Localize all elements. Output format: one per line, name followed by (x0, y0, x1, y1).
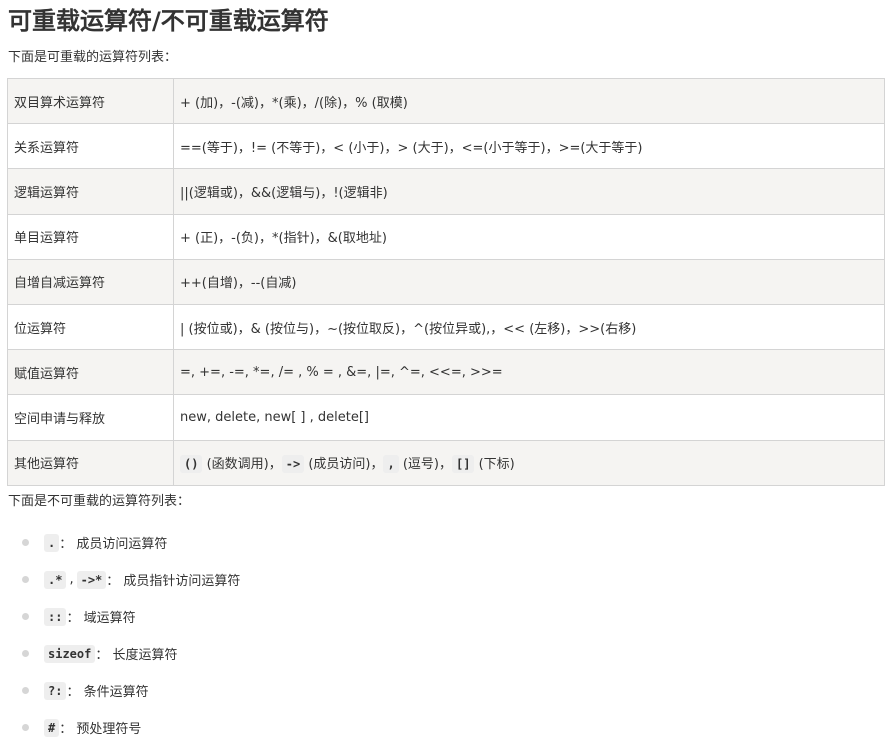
table-row: 其他运算符 () (函数调用)， -> (成员访问)，, (逗号)，[] (下标) (7, 439, 885, 486)
operator-desc: ： 域运算符 (66, 611, 136, 626)
bullet-icon (22, 539, 29, 546)
operators-cell: new, delete, new[ ] , delete[] (173, 394, 885, 441)
operator-code: # (44, 718, 60, 737)
separator: , (69, 572, 74, 587)
bullet-icon (22, 613, 29, 620)
operator-code: ?: (44, 681, 67, 700)
table-row: 位运算符 | (按位或)，& (按位与)，~(按位取反)，^(按位异或),，<<… (7, 303, 885, 351)
operator-code: sizeof (44, 644, 96, 663)
bullet-icon (22, 724, 29, 731)
operators-cell: ==(等于)，!= (不等于)，< (小于)，> (大于)，<=(小于等于)，>… (173, 123, 885, 170)
operator-code: ->* (76, 570, 107, 589)
operators-cell: + (加)，-(减)，*(乘)，/(除)，% (取模) (173, 77, 885, 125)
table-row: 空间申请与释放 new, delete, new[ ] , delete[] (7, 394, 885, 441)
overloadable-operators-table: 双目算术运算符 + (加)，-(减)，*(乘)，/(除)，% (取模) 关系运算… (7, 77, 885, 486)
operators-cell: ||(逻辑或)，&&(逻辑与)，!(逻辑非) (173, 168, 885, 215)
operators-cell: ++(自增)，--(自减) (173, 258, 885, 305)
list-item: .* , ->* ： 成员指针访问运算符 (20, 561, 240, 598)
table-row: 单目运算符 + (正)，-(负)，*(指针)，&(取地址) (7, 213, 885, 260)
list-item: :: ： 域运算符 (20, 598, 240, 635)
list-item: ?: ： 条件运算符 (20, 672, 240, 709)
operator-code: :: (44, 607, 67, 626)
operators-cell: + (正)，-(负)，*(指针)，&(取地址) (173, 213, 885, 260)
operator-code: .* (44, 570, 67, 589)
operator-code: () (180, 455, 203, 474)
overloadable-intro: 下面是可重载的运算符列表： (8, 50, 178, 65)
category-cell: 双目算术运算符 (7, 77, 174, 125)
table-row: 自增自减运算符 ++(自增)，--(自减) (7, 258, 885, 305)
page-title: 可重载运算符/不可重载运算符 (8, 7, 329, 35)
non-overloadable-list: . ： 成员访问运算符 .* , ->* ： 成员指针访问运算符 :: ： 域运… (20, 524, 240, 746)
category-cell: 赋值运算符 (7, 349, 174, 396)
operator-desc: (成员访问)， (304, 457, 384, 473)
bullet-icon (22, 576, 29, 583)
operator-code: -> (281, 455, 305, 474)
operators-cell: =, +=, -=, *=, /= , % = , &=, |=, ^=, <<… (173, 349, 885, 396)
table-row: 逻辑运算符 ||(逻辑或)，&&(逻辑与)，!(逻辑非) (7, 168, 885, 215)
list-item: . ： 成员访问运算符 (20, 524, 240, 561)
operator-desc: ： 长度运算符 (95, 648, 178, 663)
operators-cell: | (按位或)，& (按位与)，~(按位取反)，^(按位异或),，<< (左移)… (173, 303, 885, 351)
list-item: sizeof ： 长度运算符 (20, 635, 240, 672)
table-row: 关系运算符 ==(等于)，!= (不等于)，< (小于)，> (大于)，<=(小… (7, 123, 885, 170)
category-cell: 自增自减运算符 (7, 258, 174, 305)
list-item: # ： 预处理符号 (20, 709, 240, 746)
category-cell: 位运算符 (7, 303, 174, 351)
operator-desc: (下标) (474, 457, 515, 473)
operators-cell: () (函数调用)， -> (成员访问)，, (逗号)，[] (下标) (173, 439, 885, 486)
table-row: 赋值运算符 =, +=, -=, *=, /= , % = , &=, |=, … (7, 349, 885, 396)
operator-desc: (函数调用)， (202, 457, 282, 473)
category-cell: 其他运算符 (7, 439, 174, 486)
operator-desc: (逗号)， (398, 457, 452, 473)
operator-desc: ： 成员访问运算符 (59, 537, 168, 552)
category-cell: 空间申请与释放 (7, 394, 174, 441)
operator-code: . (44, 533, 60, 552)
operator-desc: ： 成员指针访问运算符 (106, 574, 241, 589)
category-cell: 单目运算符 (7, 213, 174, 260)
bullet-icon (22, 650, 29, 657)
bullet-icon (22, 687, 29, 694)
operator-desc: ： 预处理符号 (59, 722, 142, 737)
non-overloadable-intro: 下面是不可重载的运算符列表： (8, 494, 191, 509)
operator-desc: ： 条件运算符 (66, 685, 149, 700)
category-cell: 关系运算符 (7, 123, 174, 170)
category-cell: 逻辑运算符 (7, 168, 174, 215)
operator-code: [] (451, 455, 475, 474)
operator-code: , (383, 455, 399, 474)
table-row: 双目算术运算符 + (加)，-(减)，*(乘)，/(除)，% (取模) (7, 77, 885, 125)
